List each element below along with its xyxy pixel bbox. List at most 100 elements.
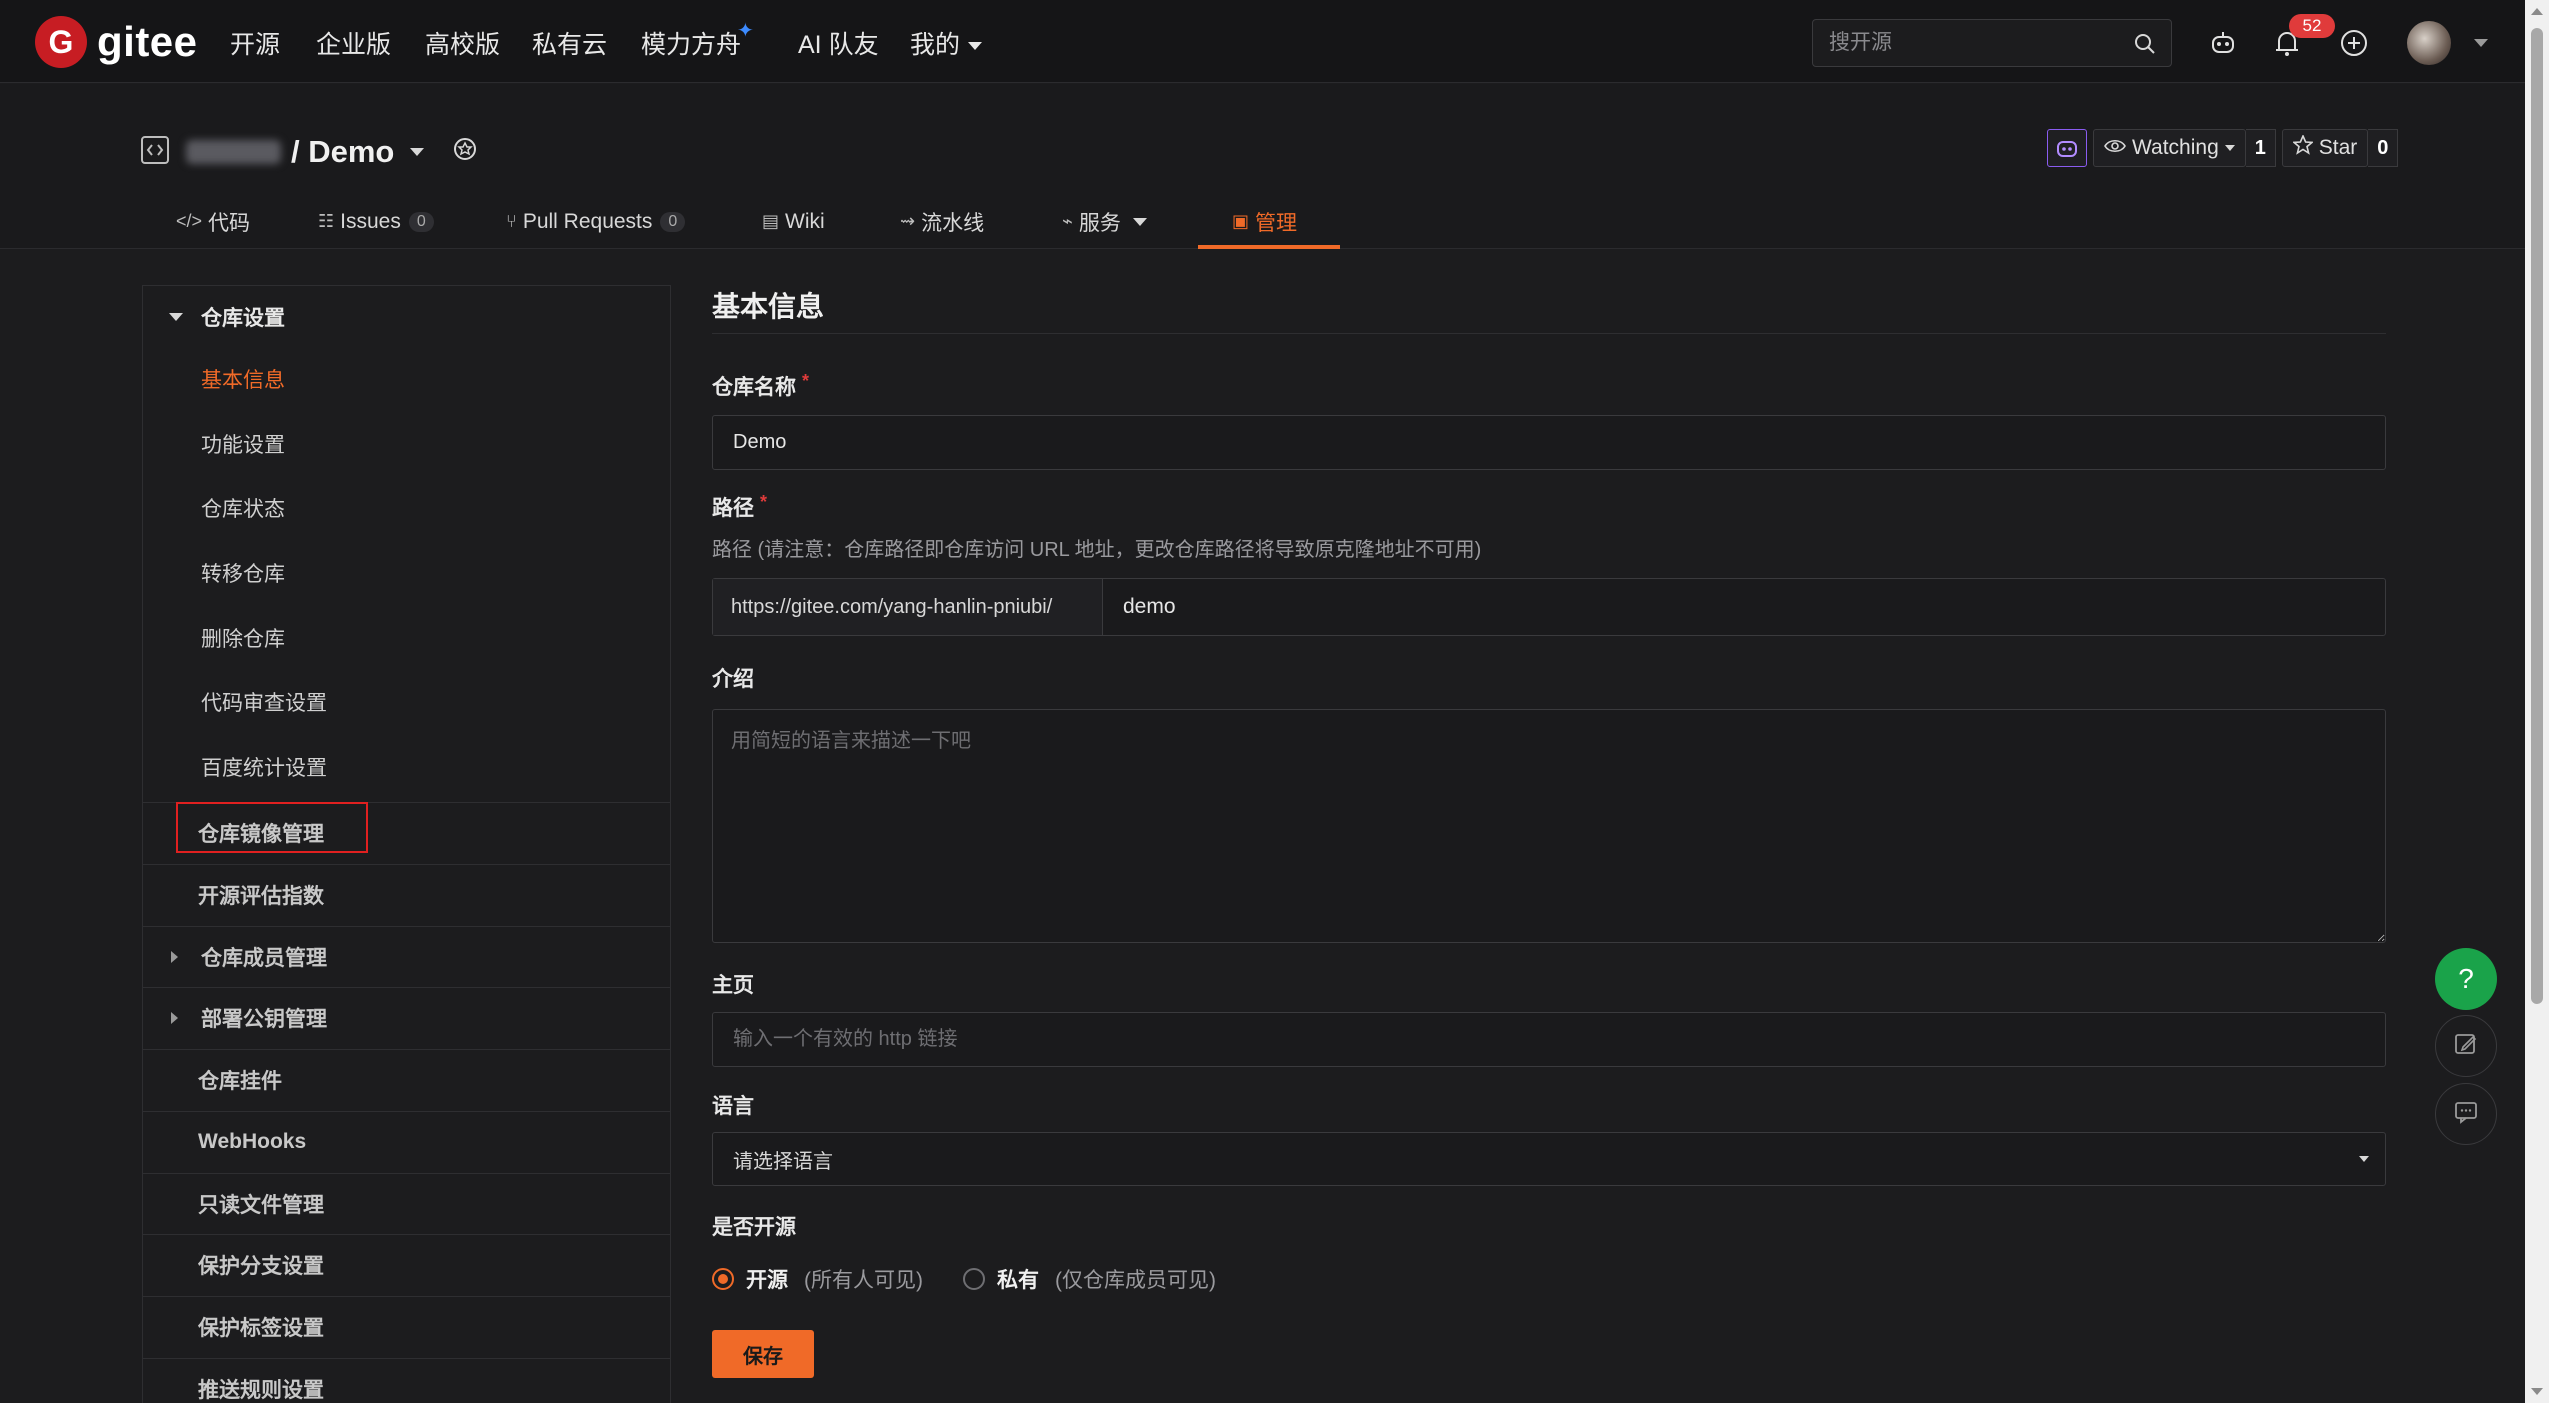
tab-wiki[interactable]: ▤ Wiki (762, 194, 825, 249)
ai-assistant-button[interactable] (2047, 129, 2087, 167)
sidebar-item-feature-settings[interactable]: 功能设置 (201, 429, 285, 459)
chevron-down-icon (2359, 1156, 2369, 1162)
sidebar-item-label: 仓库成员管理 (201, 947, 327, 970)
badge-icon[interactable] (450, 135, 480, 170)
watch-button[interactable]: Watching (2093, 129, 2246, 167)
nav-education[interactable]: 高校版 (425, 25, 500, 61)
visibility-radio-group: 开源 (所有人可见) 私有 (仅仓库成员可见) (712, 1264, 1216, 1294)
nav-mine[interactable]: 我的 (910, 25, 983, 61)
repo-name[interactable]: / Demo (291, 134, 394, 170)
tab-manage-label: 管理 (1255, 211, 1298, 235)
gitee-logo[interactable]: G gitee (35, 16, 198, 68)
plus-circle-icon[interactable] (2337, 26, 2371, 60)
nav-moli[interactable]: 模力方舟 (641, 25, 741, 61)
sidebar-item-protected-tags[interactable]: 保护标签设置 (143, 1296, 670, 1357)
sidebar-item-deploy-keys[interactable]: 部署公钥管理 (143, 987, 670, 1048)
repo-actions: Watching 1 Star 0 (2047, 129, 2399, 167)
save-button[interactable]: 保存 (712, 1330, 814, 1378)
sidebar-item-code-review[interactable]: 代码审查设置 (201, 687, 327, 717)
nav-enterprise[interactable]: 企业版 (316, 25, 391, 61)
sparkle-icon: ✦ (737, 20, 754, 42)
sidebar-group-repo-settings[interactable]: 仓库设置 (143, 286, 670, 348)
intro-textarea[interactable] (712, 709, 2386, 943)
watch-count[interactable]: 1 (2245, 129, 2276, 167)
sidebar-item-protected-branches[interactable]: 保护分支设置 (143, 1234, 670, 1295)
tab-pull-requests-label: Pull Requests (522, 209, 653, 233)
owner-name-blurred[interactable] (186, 140, 281, 164)
sidebar-item-member-management[interactable]: 仓库成员管理 (143, 926, 670, 987)
sidebar-item-delete-repo[interactable]: 删除仓库 (201, 623, 285, 653)
repo-icon (140, 135, 170, 170)
caret-right-icon (171, 1012, 178, 1024)
tab-pull-requests[interactable]: ⑂ Pull Requests 0 (506, 194, 686, 249)
sidebar-item-baidu-stats[interactable]: 百度统计设置 (201, 752, 327, 782)
watch-label: Watching (2132, 136, 2219, 159)
radio-open-source[interactable] (712, 1268, 734, 1290)
scroll-down-icon[interactable] (2531, 1388, 2543, 1395)
repo-name-input[interactable] (712, 415, 2386, 470)
language-label: 语言 (712, 1095, 754, 1118)
chat-button[interactable] (2435, 1083, 2497, 1145)
tab-issues[interactable]: ☷ Issues 0 (318, 194, 434, 249)
wiki-icon: ▤ (762, 211, 780, 231)
pull-requests-count: 0 (660, 211, 686, 232)
nav-ai-teammate[interactable]: AI 队友 (798, 25, 879, 61)
open-source-label: 是否开源 (712, 1216, 796, 1239)
path-prefix: https://gitee.com/yang-hanlin-pniubi/ (713, 579, 1103, 635)
chevron-down-icon (1132, 217, 1147, 226)
required-mark: * (760, 492, 768, 512)
radio-private-label[interactable]: 私有 (997, 1264, 1039, 1294)
nav-private-cloud[interactable]: 私有云 (532, 25, 607, 61)
logo-icon: G (35, 16, 87, 68)
tab-wiki-label: Wiki (785, 209, 825, 233)
robot-icon[interactable] (2206, 26, 2240, 60)
sidebar-item-open-source-index[interactable]: 开源评估指数 (143, 864, 670, 925)
sidebar-item-transfer-repo[interactable]: 转移仓库 (201, 558, 285, 588)
title-divider (712, 333, 2386, 334)
nav-open-source[interactable]: 开源 (230, 25, 280, 61)
sidebar-item-readonly-files[interactable]: 只读文件管理 (143, 1173, 670, 1234)
path-label-text: 路径 (712, 497, 754, 520)
eye-icon (2104, 136, 2126, 160)
feedback-edit-button[interactable] (2435, 1015, 2497, 1077)
issues-icon: ☷ (318, 211, 335, 231)
homepage-input[interactable] (712, 1012, 2386, 1067)
chevron-down-icon[interactable] (410, 148, 425, 156)
search-box[interactable] (1812, 19, 2172, 67)
sidebar-item-repo-status[interactable]: 仓库状态 (201, 493, 285, 523)
radio-private[interactable] (963, 1268, 985, 1290)
tab-manage[interactable]: ▣ 管理 (1232, 194, 1297, 249)
scroll-up-icon[interactable] (2531, 8, 2543, 15)
sidebar-item-push-rules[interactable]: 推送规则设置 (143, 1358, 670, 1403)
tab-services[interactable]: ⌁ 服务 (1062, 194, 1147, 249)
caret-down-icon (169, 313, 183, 321)
language-select-value: 请选择语言 (733, 1150, 833, 1173)
search-input[interactable] (1813, 20, 2113, 66)
homepage-label: 主页 (712, 974, 754, 997)
path-input[interactable] (1103, 579, 2385, 635)
tab-code[interactable]: </> 代码 (176, 194, 250, 249)
path-hint: 路径 (请注意：仓库路径即仓库访问 URL 地址，更改仓库路径将导致原克隆地址不… (712, 539, 1482, 561)
sidebar-item-widgets[interactable]: 仓库挂件 (143, 1049, 670, 1110)
sidebar-item-basic-info[interactable]: 基本信息 (201, 364, 285, 394)
issues-count: 0 (408, 211, 434, 232)
manage-icon: ▣ (1232, 211, 1250, 231)
required-mark: * (802, 371, 810, 391)
path-input-group: https://gitee.com/yang-hanlin-pniubi/ (712, 578, 2386, 636)
star-count[interactable]: 0 (2368, 129, 2399, 167)
scrollbar-thumb[interactable] (2531, 28, 2543, 1004)
star-button[interactable]: Star (2281, 129, 2369, 167)
tab-pipeline[interactable]: ⇝ 流水线 (900, 194, 984, 249)
repo-header: / Demo Watching 1 Star 0 </> 代码 ☷ Issues… (0, 84, 2525, 249)
search-icon[interactable] (2133, 32, 2157, 56)
radio-open-source-label[interactable]: 开源 (746, 1264, 788, 1294)
tab-code-label: 代码 (208, 211, 251, 235)
chevron-down-icon[interactable] (2474, 39, 2488, 47)
chat-icon (2453, 1099, 2479, 1130)
language-select[interactable]: 请选择语言 (712, 1132, 2386, 1186)
help-button[interactable]: ? (2435, 948, 2497, 1010)
sidebar-item-webhooks[interactable]: WebHooks (143, 1111, 670, 1172)
avatar[interactable] (2407, 21, 2451, 65)
highlight-annotation-box (176, 802, 368, 853)
tab-services-label: 服务 (1078, 211, 1121, 235)
